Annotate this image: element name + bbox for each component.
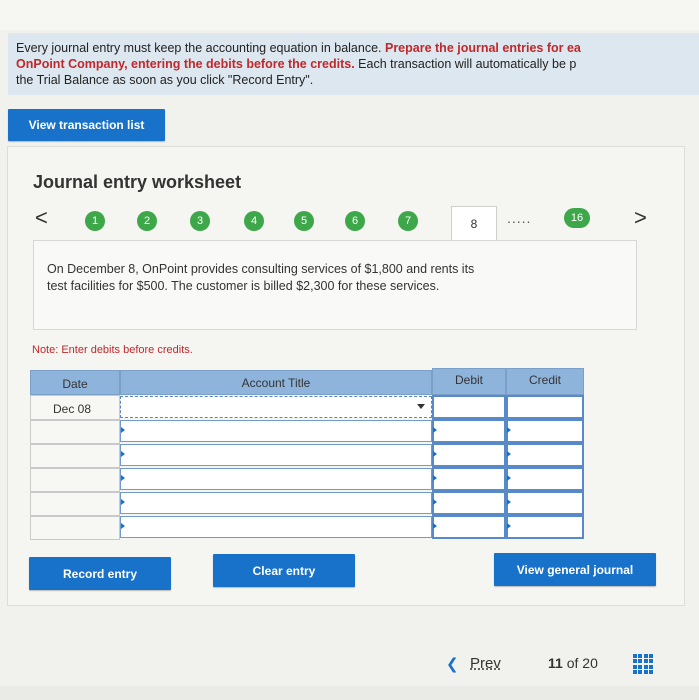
chevron-down-icon[interactable] bbox=[417, 404, 425, 409]
row-1-debit-input[interactable] bbox=[432, 395, 506, 419]
row-marker-icon bbox=[121, 451, 125, 457]
row-marker-icon bbox=[507, 427, 511, 433]
row-6-account-select[interactable] bbox=[120, 516, 432, 538]
page-indicator: 11 of 20 bbox=[548, 655, 598, 671]
instructions-emphasis-2: OnPoint Company, entering the debits bef… bbox=[16, 57, 355, 71]
row-4-credit-input[interactable] bbox=[506, 467, 584, 491]
step-3[interactable]: 3 bbox=[190, 211, 210, 231]
step-1[interactable]: 1 bbox=[85, 211, 105, 231]
description-line-2: test facilities for $500. The customer i… bbox=[47, 279, 440, 293]
row-marker-icon bbox=[433, 475, 437, 481]
row-marker-icon bbox=[507, 499, 511, 505]
prev-page-chevron-icon[interactable]: ❮ bbox=[446, 655, 459, 673]
row-marker-icon bbox=[121, 475, 125, 481]
next-step-arrow-icon[interactable]: > bbox=[634, 205, 647, 231]
row-marker-icon bbox=[507, 523, 511, 529]
row-4-account-select[interactable] bbox=[120, 468, 432, 490]
prev-step-arrow-icon[interactable]: < bbox=[35, 205, 48, 231]
view-transaction-list-button[interactable]: View transaction list bbox=[8, 109, 165, 141]
row-marker-icon bbox=[507, 451, 511, 457]
row-3-credit-input[interactable] bbox=[506, 443, 584, 467]
header-account-title: Account Title bbox=[120, 370, 432, 395]
entry-note: Note: Enter debits before credits. bbox=[32, 344, 193, 356]
row-2-debit-input[interactable] bbox=[432, 419, 506, 443]
step-6[interactable]: 6 bbox=[345, 211, 365, 231]
instructions-banner: Every journal entry must keep the accoun… bbox=[8, 33, 699, 95]
row-marker-icon bbox=[433, 499, 437, 505]
grid-menu-icon[interactable] bbox=[633, 654, 653, 674]
instructions-text: Every journal entry must keep the accoun… bbox=[16, 41, 385, 55]
step-8-current[interactable]: 8 bbox=[451, 206, 497, 240]
instructions-text-3: the Trial Balance as soon as you click "… bbox=[16, 73, 314, 87]
row-5-account-select[interactable] bbox=[120, 492, 432, 514]
row-5-debit-input[interactable] bbox=[432, 491, 506, 515]
row-6-date bbox=[30, 516, 120, 540]
row-2-date bbox=[30, 420, 120, 444]
row-4-debit-input[interactable] bbox=[432, 467, 506, 491]
row-1-date: Dec 08 bbox=[30, 395, 120, 420]
row-3-date bbox=[30, 444, 120, 468]
total-pages: 20 bbox=[582, 655, 598, 671]
row-3-account-select[interactable] bbox=[120, 444, 432, 466]
row-6-credit-input[interactable] bbox=[506, 515, 584, 539]
row-2-credit-input[interactable] bbox=[506, 419, 584, 443]
prev-page-link[interactable]: Prev bbox=[470, 655, 501, 672]
row-marker-icon bbox=[121, 523, 125, 529]
step-4[interactable]: 4 bbox=[244, 211, 264, 231]
top-strip bbox=[0, 0, 699, 30]
row-marker-icon bbox=[121, 499, 125, 505]
row-marker-icon bbox=[433, 451, 437, 457]
step-5[interactable]: 5 bbox=[294, 211, 314, 231]
step-2[interactable]: 2 bbox=[137, 211, 157, 231]
header-date: Date bbox=[30, 370, 120, 395]
row-3-debit-input[interactable] bbox=[432, 443, 506, 467]
instructions-text-2: Each transaction will automatically be p bbox=[354, 57, 577, 71]
current-page: 11 bbox=[548, 655, 563, 671]
header-credit: Credit bbox=[506, 368, 584, 395]
transaction-description: On December 8, OnPoint provides consulti… bbox=[33, 240, 637, 330]
worksheet-title: Journal entry worksheet bbox=[33, 172, 242, 192]
steps-ellipsis: ..... bbox=[507, 210, 532, 226]
header-debit: Debit bbox=[432, 368, 506, 395]
row-6-debit-input[interactable] bbox=[432, 515, 506, 539]
row-1-credit-input[interactable] bbox=[506, 395, 584, 419]
row-5-credit-input[interactable] bbox=[506, 491, 584, 515]
row-marker-icon bbox=[121, 427, 125, 433]
row-marker-icon bbox=[433, 427, 437, 433]
row-marker-icon bbox=[507, 475, 511, 481]
record-entry-button[interactable]: Record entry bbox=[29, 557, 171, 590]
row-1-account-select[interactable] bbox=[120, 396, 432, 418]
instructions-emphasis: Prepare the journal entries for ea bbox=[384, 41, 581, 55]
step-16[interactable]: 16 bbox=[564, 208, 590, 228]
page-of-label: of bbox=[566, 655, 579, 671]
clear-entry-button[interactable]: Clear entry bbox=[213, 554, 355, 587]
row-2-account-select[interactable] bbox=[120, 420, 432, 442]
row-5-date bbox=[30, 492, 120, 516]
footer-bar bbox=[0, 686, 699, 700]
row-4-date bbox=[30, 468, 120, 492]
view-general-journal-button[interactable]: View general journal bbox=[494, 553, 656, 586]
step-7[interactable]: 7 bbox=[398, 211, 418, 231]
row-marker-icon bbox=[433, 523, 437, 529]
description-line-1: On December 8, OnPoint provides consulti… bbox=[47, 262, 475, 276]
